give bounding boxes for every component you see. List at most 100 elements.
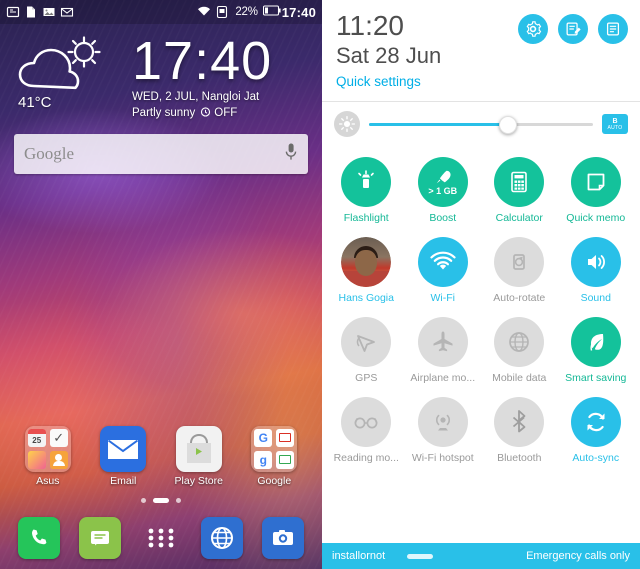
calculator-icon <box>494 157 545 207</box>
tile-label: Auto-rotate <box>493 292 546 304</box>
tile-label: Smart saving <box>565 372 627 384</box>
carrier-label: installornot <box>332 550 386 562</box>
quick-settings-tiles: Flashlight > 1 GB Boost Calculator Quick… <box>322 146 640 543</box>
tile-label: Wi-Fi <box>430 292 456 304</box>
footer-handle[interactable] <box>407 553 434 559</box>
tile-label: Airplane mo... <box>410 372 476 384</box>
mobile-data-icon <box>494 317 545 367</box>
phone-icon[interactable] <box>17 517 60 559</box>
tile-label: Bluetooth <box>497 452 542 464</box>
auto-brightness-glyph: B <box>612 117 618 125</box>
tile-label: Calculator <box>495 212 543 224</box>
temperature: 41°C <box>18 94 52 111</box>
sound-icon <box>570 237 621 287</box>
app-google[interactable]: G g Google <box>242 426 306 487</box>
reading-mode-icon <box>341 397 392 447</box>
screenshot-root: 22% 17:40 41°C 17:40 WED, 2 JUL, Nangloi… <box>0 0 640 569</box>
gps-icon <box>341 317 392 367</box>
app-label: Email <box>110 475 137 487</box>
tile-calculator[interactable]: Calculator <box>481 150 558 230</box>
home-clock: 17:40 <box>132 31 273 91</box>
page-dot[interactable] <box>141 498 146 503</box>
slider-fill <box>369 123 508 126</box>
tile-bluetooth[interactable]: Bluetooth <box>481 390 558 470</box>
tile-flashlight[interactable]: Flashlight <box>328 150 405 230</box>
tile-label: Reading mo... <box>333 452 399 464</box>
wifi-icon <box>197 5 211 19</box>
email-icon <box>60 5 74 19</box>
brightness-icon[interactable] <box>334 111 360 137</box>
tile-reading-mode[interactable]: Reading mo... <box>328 390 405 470</box>
quick-settings-link[interactable]: Quick settings <box>336 74 626 89</box>
brightness-slider[interactable] <box>369 111 593 137</box>
weather-condition-row: Partly sunny OFF <box>132 106 310 120</box>
auto-brightness-toggle[interactable]: B AUTO <box>602 114 628 134</box>
tile-label: Mobile data <box>492 372 547 384</box>
tile-sound[interactable]: Sound <box>558 230 635 310</box>
avatar <box>341 237 392 287</box>
smart-saving-icon <box>570 317 621 367</box>
image-icon <box>42 5 56 19</box>
tile-label: Boost <box>429 212 457 224</box>
alarm-status: OFF <box>200 106 237 120</box>
quick-settings-footer: installornot Emergency calls only <box>322 543 640 569</box>
page-dot[interactable] <box>176 498 181 503</box>
app-drawer-icon[interactable] <box>140 517 182 559</box>
google-search-bar[interactable]: Google <box>14 134 308 174</box>
asus-folder-icon: 25 ✓ <box>24 426 71 472</box>
browser-icon[interactable] <box>201 517 244 559</box>
app-row: 25 ✓ Asus Email Play Store G g Google <box>0 426 322 491</box>
user-avatar-icon <box>341 237 392 287</box>
app-label: Google <box>257 475 292 487</box>
auto-rotate-icon <box>494 237 545 287</box>
app-label: Play Store <box>174 475 223 487</box>
tile-wifi-hotspot[interactable]: Wi-Fi hotspot <box>405 390 482 470</box>
tile-smart-saving[interactable]: Smart saving <box>558 310 635 390</box>
tile-quick-memo[interactable]: Quick memo <box>558 150 635 230</box>
tile-label: Auto-sync <box>572 452 620 464</box>
document-icon <box>24 5 38 19</box>
weather-condition: Partly sunny <box>132 107 196 119</box>
sim-icon <box>216 5 230 19</box>
slider-knob[interactable] <box>498 116 517 134</box>
tile-label: Hans Gogia <box>338 292 394 304</box>
dock <box>0 511 322 569</box>
home-app-zone: 25 ✓ Asus Email Play Store G g Google <box>0 426 322 569</box>
tile-auto-rotate[interactable]: Auto-rotate <box>481 230 558 310</box>
alarm-state: OFF <box>214 107 238 119</box>
microphone-icon[interactable] <box>284 142 298 167</box>
play-store-icon <box>175 426 222 472</box>
app-email[interactable]: Email <box>91 426 155 487</box>
boost-icon: > 1 GB <box>417 157 468 207</box>
quick-settings-header: 11:20 Sat 28 Jun Quick settings <box>322 0 640 95</box>
tile-auto-sync[interactable]: Auto-sync <box>558 390 635 470</box>
page-dot-active[interactable] <box>153 498 169 503</box>
emergency-calls-label: Emergency calls only <box>526 550 630 562</box>
auto-brightness-label: AUTO <box>607 124 623 131</box>
app-asus[interactable]: 25 ✓ Asus <box>16 426 80 487</box>
hotspot-icon <box>417 397 468 447</box>
edit-icon[interactable] <box>558 14 588 44</box>
weather-clock-widget[interactable]: 41°C 17:40 WED, 2 JUL, Nangloi Jat Partl… <box>0 24 322 120</box>
messaging-icon[interactable] <box>78 517 121 559</box>
battery-percent: 22% <box>235 6 258 18</box>
app-label: Asus <box>36 475 60 487</box>
flashlight-icon <box>341 157 392 207</box>
qs-header-buttons <box>518 14 628 44</box>
weather-block: 41°C <box>12 32 130 111</box>
tile-mobile-data[interactable]: Mobile data <box>481 310 558 390</box>
screenshot-icon <box>6 5 20 19</box>
gear-icon[interactable] <box>518 14 548 44</box>
partly-sunny-icon <box>12 36 116 92</box>
tile-gps[interactable]: GPS <box>328 310 405 390</box>
google-folder-icon: G g <box>251 426 298 472</box>
tile-user-account[interactable]: Hans Gogia <box>328 230 405 310</box>
tile-label: Flashlight <box>343 212 389 224</box>
app-play-store[interactable]: Play Store <box>167 426 231 487</box>
page-indicator <box>0 491 322 511</box>
list-icon[interactable] <box>598 14 628 44</box>
tile-airplane-mode[interactable]: Airplane mo... <box>405 310 482 390</box>
camera-icon[interactable] <box>262 517 305 559</box>
tile-boost[interactable]: > 1 GB Boost <box>405 150 482 230</box>
tile-wifi[interactable]: Wi-Fi <box>405 230 482 310</box>
